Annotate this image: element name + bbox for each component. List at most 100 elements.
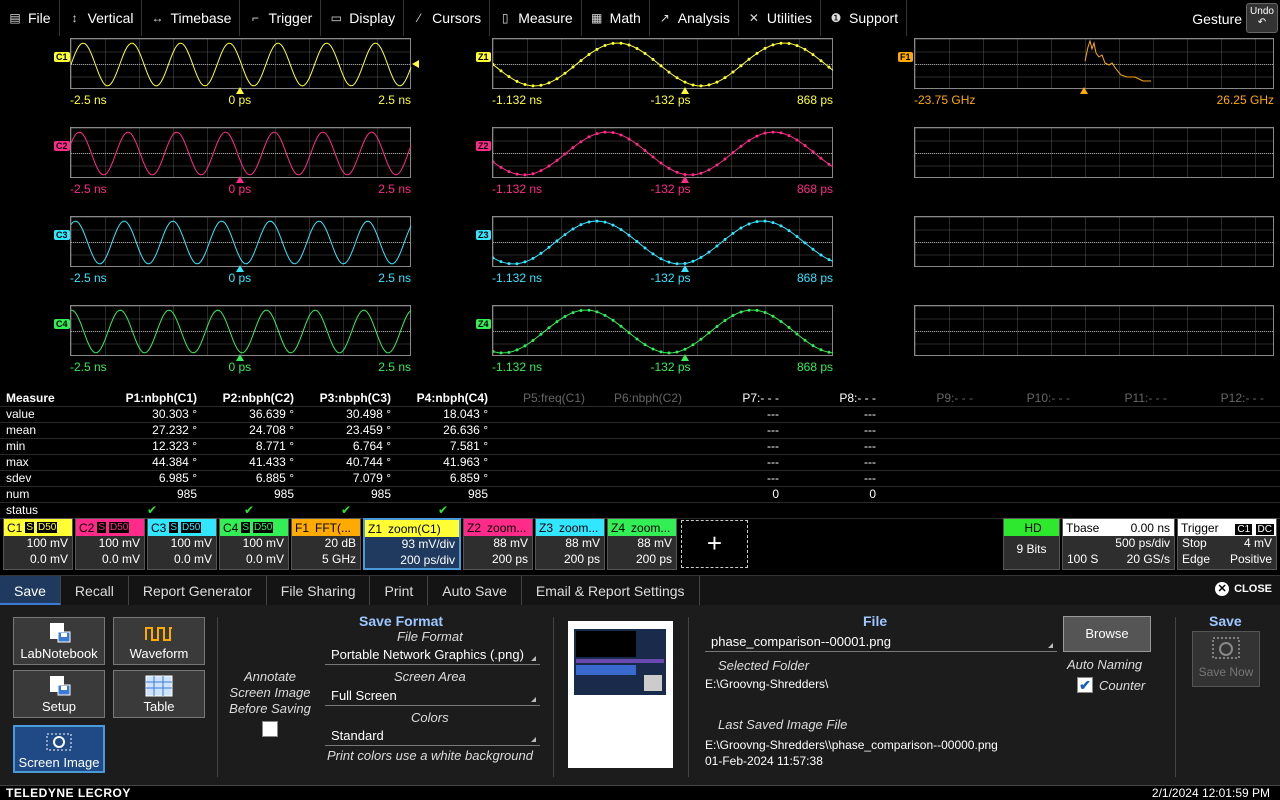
counter-checkbox[interactable]: ✔ [1077, 677, 1093, 693]
trace-tag[interactable]: Z1 [476, 52, 491, 62]
trace-tag[interactable]: C4 [54, 319, 70, 329]
menu-timebase[interactable]: ↔ Timebase [142, 0, 241, 36]
sample-point [739, 310, 743, 314]
menu-math[interactable]: ▦ Math [582, 0, 650, 36]
measure-cell: 985 [273, 487, 294, 501]
tab-recall[interactable]: Recall [61, 576, 129, 606]
labnotebook-button[interactable]: LabNotebook [13, 617, 105, 665]
colors-note: Print colors use a white background [327, 748, 533, 763]
channel-grid-c1[interactable] [70, 38, 412, 89]
empty-grid[interactable] [914, 216, 1274, 267]
trigger-marker-icon[interactable] [681, 265, 689, 272]
descriptor-c4[interactable]: C4 S D50 100 mV 0.0 mV [219, 518, 289, 570]
file-name-input[interactable]: phase_comparison--00001.png [705, 632, 1057, 652]
zoom-grid-z1[interactable] [492, 38, 834, 89]
channel-grid-c4[interactable] [70, 305, 412, 356]
menu-utilities[interactable]: ✕ Utilities [739, 0, 822, 36]
file-format-dropdown[interactable]: Portable Network Graphics (.png) [325, 645, 540, 665]
menu-support[interactable]: ❶ Support [821, 0, 908, 36]
measure-param-header[interactable]: P8:- - - [839, 391, 876, 405]
tab-print[interactable]: Print [370, 576, 429, 606]
measure-param-header[interactable]: P9:- - - [936, 391, 973, 405]
channel-grid-c2[interactable] [70, 127, 412, 178]
add-trace-button[interactable]: + [681, 520, 748, 568]
center-line [915, 152, 1273, 154]
measure-param-header[interactable]: P7:- - - [742, 391, 779, 405]
tab-report-generator[interactable]: Report Generator [129, 576, 267, 606]
tab-save[interactable]: Save [0, 576, 61, 606]
colors-dropdown[interactable]: Standard [325, 726, 540, 746]
descriptor-z4[interactable]: Z4 zoom... 88 mV 200 ps [607, 518, 677, 570]
menu-vertical[interactable]: ↕ Vertical [60, 0, 143, 36]
trace-tag[interactable]: C2 [54, 141, 70, 151]
trace-tag[interactable]: C3 [54, 230, 70, 240]
zoom-grid-z3[interactable] [492, 216, 834, 267]
table-button[interactable]: Table [113, 670, 205, 718]
trigger-marker-icon[interactable] [681, 354, 689, 361]
undo-button[interactable]: Undo ↶ [1246, 3, 1278, 33]
descriptor-c1[interactable]: C1 S D50 100 mV 0.0 mV [3, 518, 73, 570]
screen-area-dropdown[interactable]: Full Screen [325, 686, 540, 706]
tab-auto-save[interactable]: Auto Save [428, 576, 522, 606]
empty-grid[interactable] [914, 127, 1274, 178]
setup-button[interactable]: Setup [13, 670, 105, 718]
screen-image-button[interactable]: Screen Image [13, 725, 105, 773]
menu-display[interactable]: ▭ Display [321, 0, 405, 36]
channel-grid-c3[interactable] [70, 216, 412, 267]
trigger-marker-icon[interactable] [236, 87, 244, 94]
trace-tag[interactable]: Z2 [476, 141, 491, 151]
trigger-marker-icon[interactable] [236, 354, 244, 361]
trigger-marker-icon[interactable] [1080, 87, 1088, 94]
measure-param-header[interactable]: P3:nbph(C3) [320, 391, 391, 405]
tab-email-report-settings[interactable]: Email & Report Settings [522, 576, 700, 606]
sample-point [611, 41, 615, 45]
descriptor-c3[interactable]: C3 S D50 100 mV 0.0 mV [147, 518, 217, 570]
descriptor-z2[interactable]: Z2 zoom... 88 mV 200 ps [463, 518, 533, 570]
measure-cell: --- [864, 423, 876, 437]
file-format-label: File Format [397, 629, 463, 644]
trigger-marker-icon[interactable] [236, 265, 244, 272]
menu-measure[interactable]: ▯ Measure [490, 0, 582, 36]
trace-tag[interactable]: Z3 [476, 230, 491, 240]
trace-tag[interactable]: Z4 [476, 319, 491, 329]
trigger-marker-icon[interactable] [681, 176, 689, 183]
save-now-button[interactable]: Save Now [1192, 631, 1260, 687]
descriptor-z3[interactable]: Z3 zoom... 88 mV 200 ps [535, 518, 605, 570]
waveform-button[interactable]: Waveform [113, 617, 205, 665]
measure-param-header[interactable]: P4:nbph(C4) [417, 391, 488, 405]
measure-param-header[interactable]: P5:freq(C1) [523, 391, 585, 405]
zoom-grid-z4[interactable] [492, 305, 834, 356]
descriptor-c2[interactable]: C2 S D50 100 mV 0.0 mV [75, 518, 145, 570]
descriptor-z1[interactable]: Z1 zoom(C1) 93 mV/div 200 ps/div [363, 518, 461, 570]
trace-tag[interactable]: C1 [54, 52, 70, 62]
zoom-grid-z2[interactable] [492, 127, 834, 178]
colors-label: Colors [411, 710, 449, 725]
empty-grid[interactable] [914, 305, 1274, 356]
measure-param-header[interactable]: P6:nbph(C2) [614, 391, 682, 405]
gesture-label[interactable]: Gesture [1192, 11, 1242, 27]
tab-file-sharing[interactable]: File Sharing [267, 576, 371, 606]
trigger-descriptor[interactable]: Trigger C1 DC Stop 4 mV Edge Positive [1177, 518, 1277, 570]
menu-cursors[interactable]: ⁄ Cursors [404, 0, 491, 36]
hd-descriptor[interactable]: HD 9 Bits [1003, 518, 1060, 570]
timebase-descriptor[interactable]: Tbase 0.00 ns 500 ps/div 100 S 20 GS/s [1062, 518, 1175, 570]
menu-trigger[interactable]: ⌐ Trigger [240, 0, 322, 36]
trigger-marker-icon[interactable] [236, 176, 244, 183]
close-button[interactable]: ✕ CLOSE [1215, 582, 1272, 596]
trigger-marker-icon[interactable] [681, 87, 689, 94]
sample-point [723, 238, 727, 242]
descriptor-f1[interactable]: F1 FFT(... 20 dB 5 GHz [291, 518, 361, 570]
measure-param-header[interactable]: P1:nbph(C1) [126, 391, 197, 405]
measure-param-header[interactable]: P12:- - - [1221, 391, 1264, 405]
browse-button[interactable]: Browse [1063, 616, 1151, 652]
trigger-mode: Stop [1182, 536, 1207, 550]
fft-grid[interactable] [914, 38, 1274, 89]
menu-analysis[interactable]: ↗ Analysis [650, 0, 739, 36]
offset-marker-icon[interactable] [412, 60, 419, 68]
measure-param-header[interactable]: P11:- - - [1125, 391, 1167, 405]
measure-param-header[interactable]: P10:- - - [1027, 391, 1070, 405]
menu-file[interactable]: ▤ File [0, 0, 60, 36]
annotate-checkbox[interactable] [262, 721, 278, 737]
measure-param-header[interactable]: P2:nbph(C2) [223, 391, 294, 405]
trace-tag[interactable]: F1 [898, 52, 913, 62]
